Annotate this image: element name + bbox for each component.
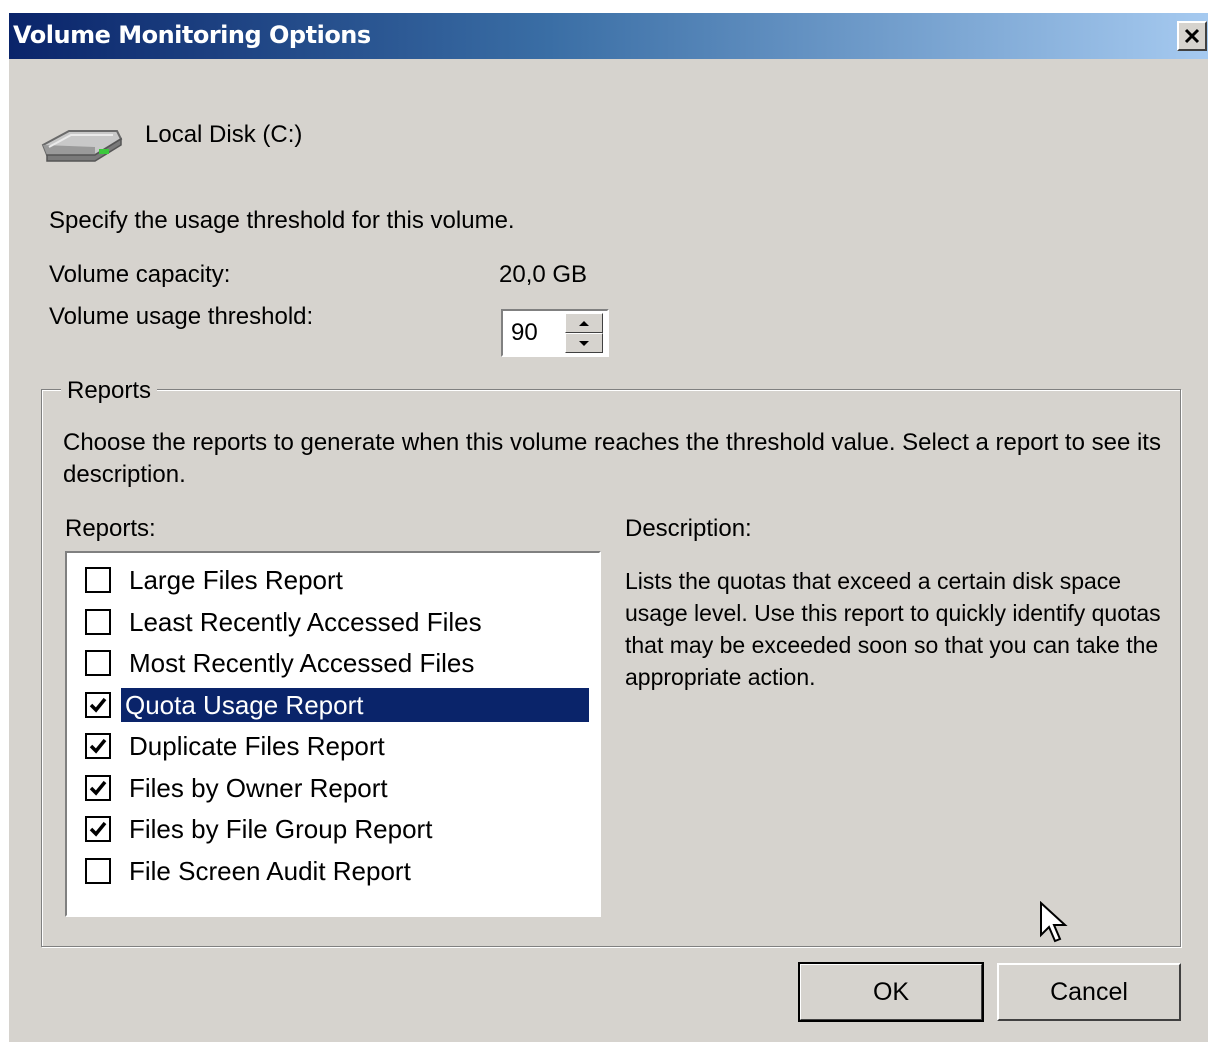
reports-list-label: Reports: [65,515,156,542]
report-checkbox[interactable] [85,733,111,759]
report-list-item[interactable]: Files by File Group Report [81,810,597,850]
description-label: Description: [625,515,752,542]
reports-group-title: Reports [61,377,158,405]
window-title: Volume Monitoring Options [13,21,371,49]
report-item-label: Quota Usage Report [120,686,590,723]
report-checkbox[interactable] [85,857,111,884]
report-item-label: Duplicate Files Report [129,731,385,761]
threshold-spinner[interactable]: 90 [501,309,609,357]
report-list-item[interactable]: Least Recently Accessed Files [81,603,597,643]
capacity-value: 20,0 GB [499,261,588,288]
report-item-label: Files by Owner Report [129,772,388,803]
report-checkbox[interactable] [85,567,111,593]
report-checkbox[interactable] [85,608,111,635]
report-description: Lists the quotas that exceed a certain d… [625,568,1161,690]
volume-name: Local Disk (C:) [145,121,303,148]
title-bar[interactable]: Volume Monitoring Options [9,13,1208,59]
report-checkbox[interactable] [85,774,111,801]
report-list-item[interactable]: Duplicate Files Report [81,727,597,767]
report-list-item[interactable]: Quota Usage Report [81,686,597,726]
arrow-down-icon [579,340,589,346]
threshold-instructions: Specify the usage threshold for this vol… [49,207,515,234]
report-checkbox[interactable] [85,816,111,842]
threshold-input[interactable]: 90 [511,319,538,347]
report-list-item[interactable]: Most Recently Accessed Files [81,644,597,684]
report-list-item[interactable]: Large Files Report [81,561,597,601]
report-checkbox[interactable] [85,691,111,718]
ok-button[interactable]: OK [798,962,984,1022]
report-item-label: Most Recently Accessed Files [129,648,475,678]
volume-monitoring-dialog: Volume Monitoring Options Local Disk (C:… [8,12,1208,1042]
checkmark-icon [89,697,107,713]
threshold-label: Volume usage threshold: [49,303,314,330]
report-checkbox[interactable] [85,650,111,676]
checkmark-icon [89,780,107,796]
report-item-label: File Screen Audit Report [129,855,411,886]
report-item-label: Large Files Report [129,565,343,595]
reports-listbox[interactable]: Large Files Report Least Recently Accesse… [65,551,601,917]
spin-up-button[interactable] [565,313,603,333]
checkmark-icon [89,738,107,754]
disk-drive-icon [41,130,123,162]
report-item-label: Files by File Group Report [129,814,433,844]
report-item-label: Least Recently Accessed Files [129,606,482,637]
reports-instructions: Choose the reports to generate when this… [63,429,1161,488]
close-button[interactable] [1177,21,1207,51]
checkmark-icon [89,821,107,837]
report-list-item[interactable]: Files by Owner Report [81,769,597,809]
arrow-up-icon [579,320,589,326]
cancel-button[interactable]: Cancel [997,963,1181,1021]
spin-down-button[interactable] [565,333,603,353]
mouse-pointer-icon [1040,901,1068,943]
capacity-label: Volume capacity: [49,261,231,288]
report-list-item[interactable]: File Screen Audit Report [81,852,597,892]
close-icon [1184,28,1200,44]
